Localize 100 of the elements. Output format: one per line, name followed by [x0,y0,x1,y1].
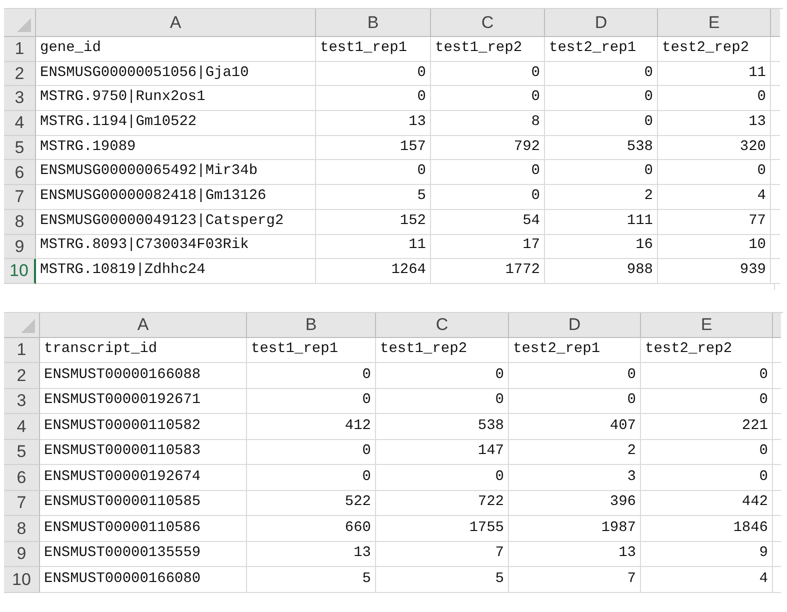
column-header-edge [773,312,781,338]
table-cell: 722 [376,490,509,516]
table-cell: 111 [545,210,658,234]
table-cell: 13 [247,542,376,568]
table-cell: 11 [658,62,771,86]
table-cell: ENSMUST00000166088 [40,363,247,389]
table-cell: MSTRG.19089 [36,136,316,160]
table-cell: ENSMUST00000192671 [40,388,247,414]
column-header[interactable]: C [431,9,545,37]
table-cell: 0 [545,62,658,86]
table-cell: test2_rep2 [641,338,773,364]
table-cell: 5 [376,567,509,593]
table-cell: 0 [247,388,376,414]
table-cell: 0 [641,465,773,491]
row-header[interactable]: 3 [4,388,40,414]
column-header[interactable]: E [641,312,773,338]
table-cell: 13 [316,111,431,136]
row-header[interactable]: 9 [4,542,40,568]
column-header[interactable]: E [658,9,771,37]
table-cell: 4 [658,185,771,210]
table-cell: 0 [376,388,509,414]
select-all-corner[interactable] [4,312,40,338]
row-header[interactable]: 9 [4,234,36,260]
row-header[interactable]: 10 [4,567,40,593]
table-cell: 538 [376,414,509,440]
row-header[interactable]: 2 [4,62,36,86]
table-cell: 0 [316,160,431,186]
column-header[interactable]: A [40,312,247,338]
column-header[interactable]: B [316,9,431,37]
table-cell: 221 [641,414,773,440]
select-all-corner[interactable] [4,9,36,37]
table-cell: ENSMUST00000110583 [40,440,247,466]
table-cell: MSTRG.8093|C730034F03Rik [36,234,316,260]
row-header[interactable]: 7 [4,185,36,210]
column-header[interactable]: D [509,312,641,338]
table-cell: 8 [431,111,545,136]
table-cell: 0 [247,363,376,389]
table-cell: test1_rep1 [247,338,376,364]
table-cell: 0 [545,111,658,136]
column-header[interactable]: A [36,9,316,37]
table-cell: 9 [641,542,773,568]
row-header[interactable]: 1 [4,37,36,62]
row-header[interactable]: 8 [4,516,40,542]
table-cell: 0 [658,160,771,186]
table-cell: ENSMUST00000110585 [40,490,247,516]
column-header-edge [771,9,780,37]
table-cell: 0 [376,465,509,491]
table-cell: test1_rep2 [376,338,509,364]
row-header[interactable]: 4 [4,111,36,136]
row-header[interactable]: 5 [4,136,36,160]
table-cell: 0 [641,363,773,389]
row-header[interactable]: 2 [4,363,40,389]
row-header[interactable]: 8 [4,210,36,234]
table-cell: 522 [247,490,376,516]
column-header[interactable]: D [545,9,658,37]
table-cell: 0 [376,363,509,389]
column-header[interactable]: C [376,312,509,338]
table-cell: 0 [431,86,545,112]
table-cell: 0 [658,86,771,112]
column-header[interactable]: B [247,312,376,338]
table-cell: 442 [641,490,773,516]
row-header[interactable]: 7 [4,490,40,516]
corner-triangle-icon [17,18,31,32]
table-cell: ENSMUSG00000051056|Gja10 [36,62,316,86]
table-cell: 1987 [509,516,641,542]
table-cell: ENSMUST00000135559 [40,542,247,568]
table-cell: 0 [431,62,545,86]
table-cell: 17 [431,234,545,260]
table-cell: ENSMUSG00000082418|Gm13126 [36,185,316,210]
table-cell: 77 [658,210,771,234]
row-header[interactable]: 10 [4,259,36,284]
table-cell: 412 [247,414,376,440]
table-cell: MSTRG.1194|Gm10522 [36,111,316,136]
row-header[interactable]: 4 [4,414,40,440]
table-cell: 5 [316,185,431,210]
table-cell: ENSMUSG00000049123|Catsperg2 [36,210,316,234]
table-cell: 0 [641,388,773,414]
table-cell: test1_rep2 [431,37,545,62]
table-cell: 320 [658,136,771,160]
table-cell: MSTRG.9750|Runx2os1 [36,86,316,112]
table-cell: 1846 [641,516,773,542]
table-cell: test1_rep1 [316,37,431,62]
table-cell: 1755 [376,516,509,542]
table-cell: 0 [316,62,431,86]
table-cell: 7 [376,542,509,568]
table-cell: 152 [316,210,431,234]
table-cell: 4 [641,567,773,593]
table-cell: 792 [431,136,545,160]
row-header[interactable]: 6 [4,160,36,186]
table-cell: 0 [316,86,431,112]
table-cell: 0 [545,86,658,112]
row-header[interactable]: 3 [4,86,36,112]
table-cell: gene_id [36,37,316,62]
table-cell: 13 [658,111,771,136]
row-header[interactable]: 1 [4,338,40,364]
row-header[interactable]: 6 [4,465,40,491]
table-cell: 660 [247,516,376,542]
row-header[interactable]: 5 [4,440,40,466]
table-cell: 13 [509,542,641,568]
table-cell: ENSMUST00000166080 [40,567,247,593]
